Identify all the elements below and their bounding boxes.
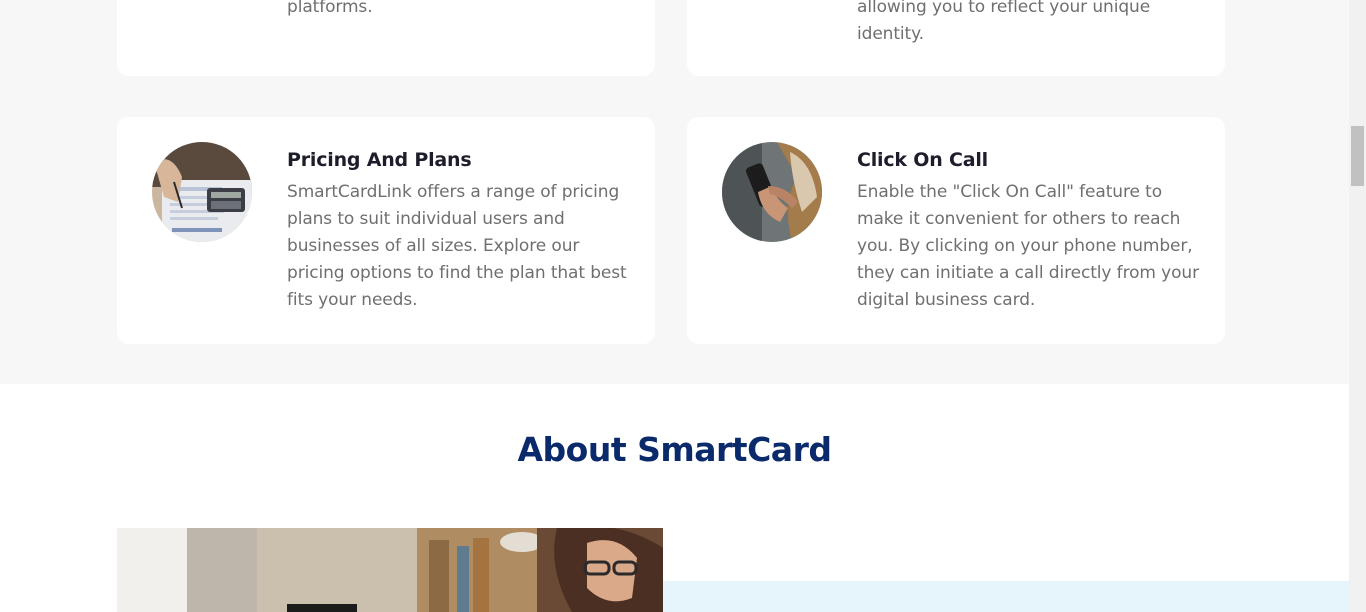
features-section: platforms. allowing you to reflect your … — [0, 0, 1349, 384]
vertical-scrollbar[interactable] — [1349, 0, 1366, 612]
card-title-click-on-call: Click On Call — [857, 149, 988, 171]
card-desc-pricing-line4: pricing options to find the plan that be… — [287, 263, 627, 283]
about-section-title: About SmartCard — [517, 430, 832, 469]
about-photo — [117, 528, 663, 612]
card-desc-call-line4: they can initiate a call directly from y… — [857, 263, 1199, 283]
feature-card-click-on-call: Click On Call Enable the "Click On Call"… — [687, 117, 1225, 344]
about-content-panel — [663, 581, 1349, 612]
card-desc-pricing-line1: SmartCardLink offers a range of pricing — [287, 182, 620, 202]
feature-card-text-tail-line1: allowing you to reflect your unique — [857, 0, 1151, 17]
card-desc-pricing-line3: businesses of all sizes. Explore our — [287, 236, 580, 256]
feature-card-pricing: Pricing And Plans SmartCardLink offers a… — [117, 117, 655, 344]
feature-card-top-left: platforms. — [117, 0, 655, 76]
card-desc-call-line2: make it convenient for others to reach — [857, 209, 1181, 229]
feature-card-text-tail-line2: identity. — [857, 24, 924, 44]
page: platforms. allowing you to reflect your … — [0, 0, 1349, 612]
pricing-photo-icon — [152, 142, 252, 242]
card-desc-pricing-line2: plans to suit individual users and — [287, 209, 565, 229]
scrollbar-thumb[interactable] — [1351, 126, 1364, 186]
feature-card-text-tail: platforms. — [287, 0, 373, 17]
phone-call-photo-icon — [722, 142, 822, 242]
card-desc-call-line5: digital business card. — [857, 290, 1036, 310]
card-desc-pricing-line5: fits your needs. — [287, 290, 418, 310]
card-title-pricing: Pricing And Plans — [287, 149, 472, 171]
card-desc-call-line3: you. By clicking on your phone number, — [857, 236, 1193, 256]
card-desc-call-line1: Enable the "Click On Call" feature to — [857, 182, 1163, 202]
feature-card-top-right: allowing you to reflect your unique iden… — [687, 0, 1225, 76]
